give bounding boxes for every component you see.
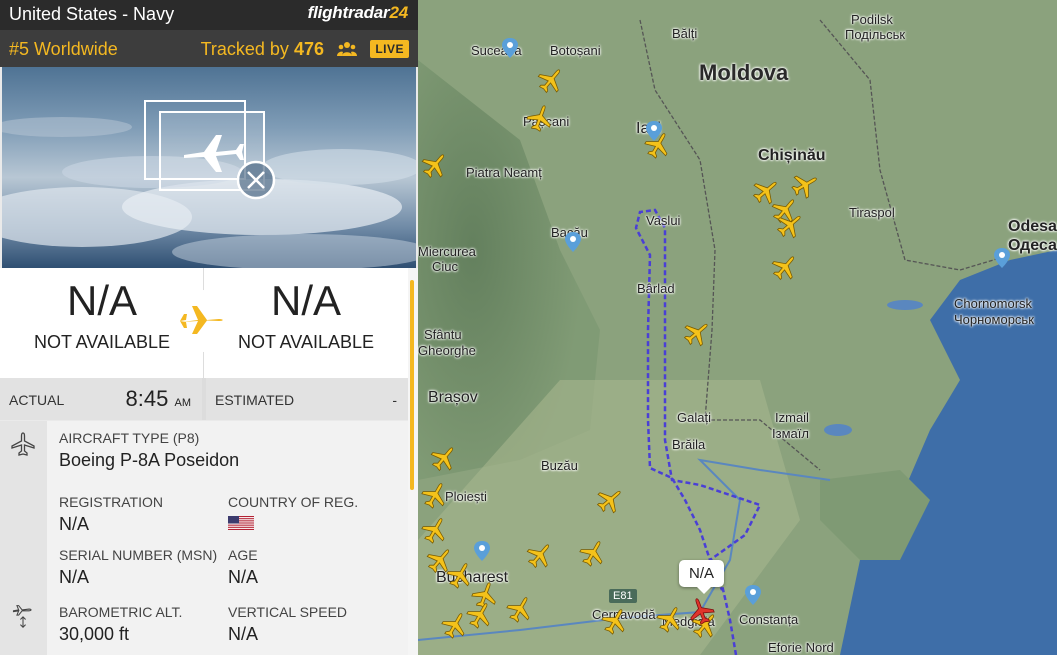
destination-airport[interactable]: N/A NOT AVAILABLE xyxy=(204,268,408,378)
panel-header: United States - Navy flightradar24 xyxy=(0,0,418,30)
actual-time: 8:45 AM xyxy=(125,386,191,411)
estimated-time-cell: ESTIMATED - xyxy=(206,378,408,420)
operator-title: United States - Navy xyxy=(9,4,175,24)
label-vaslui: Vaslui xyxy=(646,213,681,228)
label-miercurea: Miercurea xyxy=(418,244,476,259)
airport-pin-icon[interactable] xyxy=(565,232,581,252)
msn-label: SERIAL NUMBER (MSN) xyxy=(59,547,218,563)
aircraft-icon xyxy=(11,432,35,456)
flight-info-panel: United States - Navy flightradar24 #5 Wo… xyxy=(0,0,418,655)
flightradar24-logo[interactable]: flightradar24 xyxy=(308,3,409,23)
label-odesa-cyr: Одеса xyxy=(1008,237,1057,254)
rank-label: #5 Worldwide xyxy=(9,39,118,59)
vertical-speed-label: VERTICAL SPEED xyxy=(228,604,348,620)
label-gheorghe: Gheorghe xyxy=(418,343,476,358)
estimated-label: ESTIMATED xyxy=(215,392,295,408)
label-odesa: Odesa xyxy=(1008,218,1057,235)
label-chisinau: Chișinău xyxy=(758,147,826,164)
aircraft-details: AIRCRAFT TYPE (P8) Boeing P-8A Poseidon … xyxy=(0,421,408,655)
label-moldova: Moldova xyxy=(699,60,789,85)
airplane-icon xyxy=(180,306,223,334)
us-flag-icon xyxy=(228,516,254,530)
label-podilsk: Podilsk xyxy=(851,12,893,27)
details-icon-column xyxy=(0,421,47,655)
label-buzau: Buzău xyxy=(541,458,578,473)
msn-value: N/A xyxy=(59,567,90,587)
baro-alt-value: 30,000 ft xyxy=(59,624,130,644)
label-galati: Galați xyxy=(677,410,711,425)
aircraft-type-label: AIRCRAFT TYPE (P8) xyxy=(59,430,200,446)
age-label: AGE xyxy=(228,547,258,563)
registration-value: N/A xyxy=(59,514,90,534)
label-izmail-cyr: Ізмаїл xyxy=(772,426,809,441)
label-barlad: Bârlad xyxy=(637,281,675,296)
label-tiraspol: Tiraspol xyxy=(849,205,895,220)
label-constanta: Constanța xyxy=(739,612,799,627)
label-braila: Brăila xyxy=(672,437,706,452)
airport-pin-icon[interactable] xyxy=(502,38,518,58)
airport-pin-icon[interactable] xyxy=(994,248,1010,268)
no-photo-icon xyxy=(144,100,276,200)
route-plane-badge xyxy=(172,290,234,352)
label-ciuc: Ciuc xyxy=(432,259,459,274)
destination-name: NOT AVAILABLE xyxy=(237,332,375,352)
age-value: N/A xyxy=(228,567,259,587)
baro-alt-label: BAROMETRIC ALT. xyxy=(59,604,183,620)
aircraft-photo-placeholder[interactable] xyxy=(2,67,416,268)
actual-label: ACTUAL xyxy=(9,392,65,408)
registration-label: REGISTRATION xyxy=(59,494,163,510)
tracked-by: Tracked by 476 xyxy=(200,39,324,59)
live-badge: LIVE xyxy=(370,40,409,58)
estimated-value: - xyxy=(392,392,397,408)
label-chornomorsk-cyr: Чорноморськ xyxy=(954,312,1034,327)
rank-bar: #5 Worldwide Tracked by 476 LIVE xyxy=(0,30,418,67)
selected-flight-callout[interactable]: N/A xyxy=(679,560,725,594)
label-balti: Bălți xyxy=(672,26,698,41)
airport-pin-icon[interactable] xyxy=(474,541,490,561)
label-brasov: Brașov xyxy=(428,389,478,406)
people-icon xyxy=(337,42,357,56)
road-badge-e81: E81 xyxy=(609,589,637,603)
country-label: COUNTRY OF REG. xyxy=(228,494,359,510)
aircraft-type-value: Boeing P-8A Poseidon xyxy=(59,450,240,470)
vertical-speed-value: N/A xyxy=(228,624,259,644)
label-piatra: Piatra Neamț xyxy=(466,165,542,180)
time-row: ACTUAL 8:45 AM ESTIMATED - xyxy=(0,378,408,420)
label-botosani: Botoșani xyxy=(550,43,601,58)
label-chornomorsk: Chornomorsk xyxy=(954,296,1033,311)
label-sfantu: Sfântu xyxy=(424,327,462,342)
panel-scrollbar-thumb[interactable] xyxy=(410,280,414,490)
actual-time-cell: ACTUAL 8:45 AM xyxy=(0,378,202,420)
route-card: N/A NOT AVAILABLE N/A NOT AVAILABLE xyxy=(0,268,408,378)
altitude-icon xyxy=(12,605,32,629)
label-izmail: Izmail xyxy=(775,410,809,425)
label-eforie: Eforie Nord xyxy=(768,640,834,655)
airport-pin-icon[interactable] xyxy=(745,585,761,605)
label-podilsk-cyr: Подільськ xyxy=(845,27,906,42)
destination-code: N/A xyxy=(270,277,341,324)
